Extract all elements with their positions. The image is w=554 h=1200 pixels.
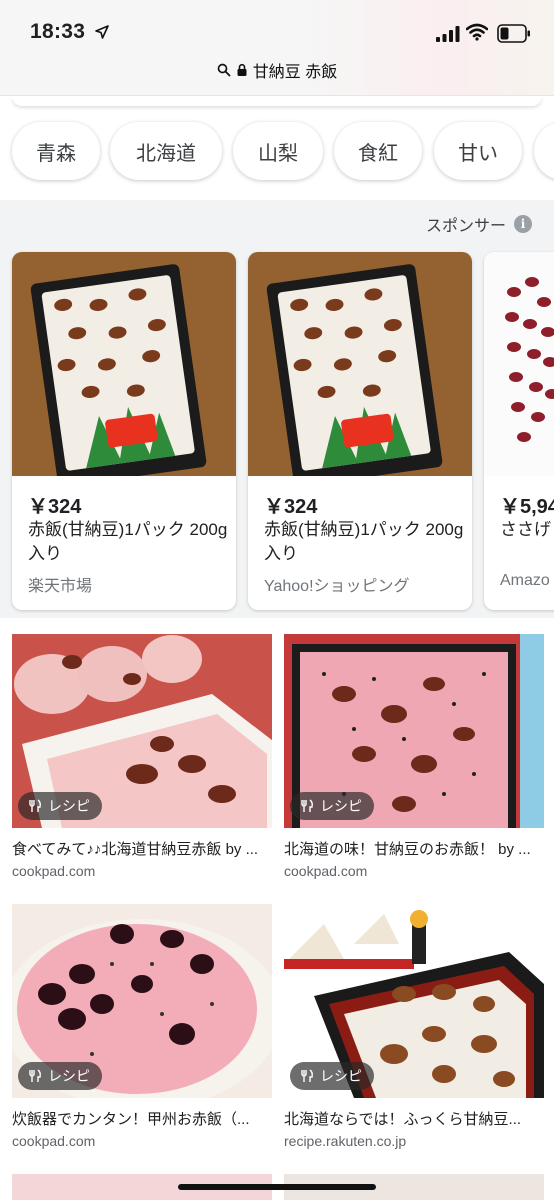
related-search-chips: 青森 北海道 山梨 食紅 甘い [0,96,554,200]
recipe-badge-text: レシピ [48,1068,90,1084]
chip-shokubeni[interactable]: 食紅 [334,122,422,180]
search-icon [217,63,231,77]
product-card[interactable]: ￥324 赤飯(甘納豆)1パック 200g入り 楽天市場 [12,252,236,610]
product-image [12,252,236,476]
product-title: ささげ ルマさ [500,520,554,539]
chip-yamanashi[interactable]: 山梨 [233,122,323,180]
chip-amai[interactable]: 甘い [434,122,522,180]
product-card[interactable]: ￥324 赤飯(甘納豆)1パック 200g入り Yahoo!ショッピング [248,252,472,610]
product-price: ￥324 [264,496,318,518]
wifi-icon [466,23,488,41]
recipe-image: レシピ [12,634,272,828]
recipe-title[interactable]: 北海道の味！甘納豆のお赤飯！ by ... [284,838,540,859]
fork-knife-icon [301,1069,313,1082]
recipe-card[interactable]: レシピ 食べてみて♪♪北海道甘納豆赤飯 by ... cookpad.com [12,634,272,879]
location-arrow-icon [95,25,109,39]
recipe-source: cookpad.com [12,863,96,879]
status-time: 18:33 [30,20,86,43]
address-text: 甘納豆 赤飯 [252,64,338,81]
sponsored-products: スポンサー i ￥324 赤飯(甘納豆)1パック 200g入り 楽天市場 ￥32… [0,200,554,618]
recipe-card[interactable]: レシピ 北海道の味！甘納豆のお赤飯！ by ... cookpad.com [284,634,544,879]
product-price: ￥5,94 [500,496,554,518]
product-title: 赤飯(甘納豆)1パック 200g入り [28,520,228,563]
recipe-badge-text: レシピ [320,1068,362,1084]
product-price: ￥324 [28,496,82,518]
recipe-source: recipe.rakuten.co.jp [284,1133,407,1149]
recipe-source: cookpad.com [12,1133,96,1149]
browser-header: 18:33 甘納豆 赤飯 [0,0,554,96]
product-card[interactable]: ￥5,94 ささげ ルマさ Amazo [484,252,554,610]
sponsored-text: スポンサー [425,218,506,235]
recipe-badge: レシピ [18,792,102,820]
address-bar[interactable]: 甘納豆 赤飯 [0,58,554,82]
chip-hokkaido[interactable]: 北海道 [110,122,222,180]
recipe-badge: レシピ [290,1062,374,1090]
product-store: Yahoo!ショッピング [264,578,410,595]
recipe-title[interactable]: 食べてみて♪♪北海道甘納豆赤飯 by ... [12,838,268,859]
recipe-source: cookpad.com [284,863,368,879]
chip-aomori[interactable]: 青森 [12,122,100,180]
battery-icon [497,24,530,43]
recipe-image: レシピ [284,904,544,1098]
product-image [248,252,472,476]
recipe-badge-text: レシピ [48,798,90,814]
fork-knife-icon [29,799,41,812]
lock-icon [237,63,247,76]
fork-knife-icon [29,1069,41,1082]
recipe-badge: レシピ [290,792,374,820]
product-store: Amazo [500,572,550,589]
recipe-title[interactable]: 北海道ならでは！ふっくら甘納豆... [284,1108,540,1129]
fork-knife-icon [301,799,313,812]
recipe-title[interactable]: 炊飯器でカンタン！甲州お赤飯（... [12,1108,268,1129]
product-store: 楽天市場 [28,578,93,595]
recipe-badge: レシピ [18,1062,102,1090]
recipe-image: レシピ [284,634,544,828]
recipe-badge-text: レシピ [320,798,362,814]
info-icon[interactable]: i [514,215,532,233]
recipe-card[interactable]: レシピ 北海道ならでは！ふっくら甘納豆... recipe.rakuten.co… [284,904,544,1149]
previous-card-edge [12,96,542,106]
chip-more[interactable] [534,122,554,180]
recipe-card[interactable]: レシピ 炊飯器でカンタン！甲州お赤飯（... cookpad.com [12,904,272,1149]
sponsored-label: スポンサー i [426,212,532,236]
recipe-image: レシピ [12,904,272,1098]
cellular-signal-icon [436,26,460,42]
product-image [484,252,554,476]
product-title: 赤飯(甘納豆)1パック 200g入り [264,520,464,563]
home-indicator[interactable] [178,1184,376,1190]
